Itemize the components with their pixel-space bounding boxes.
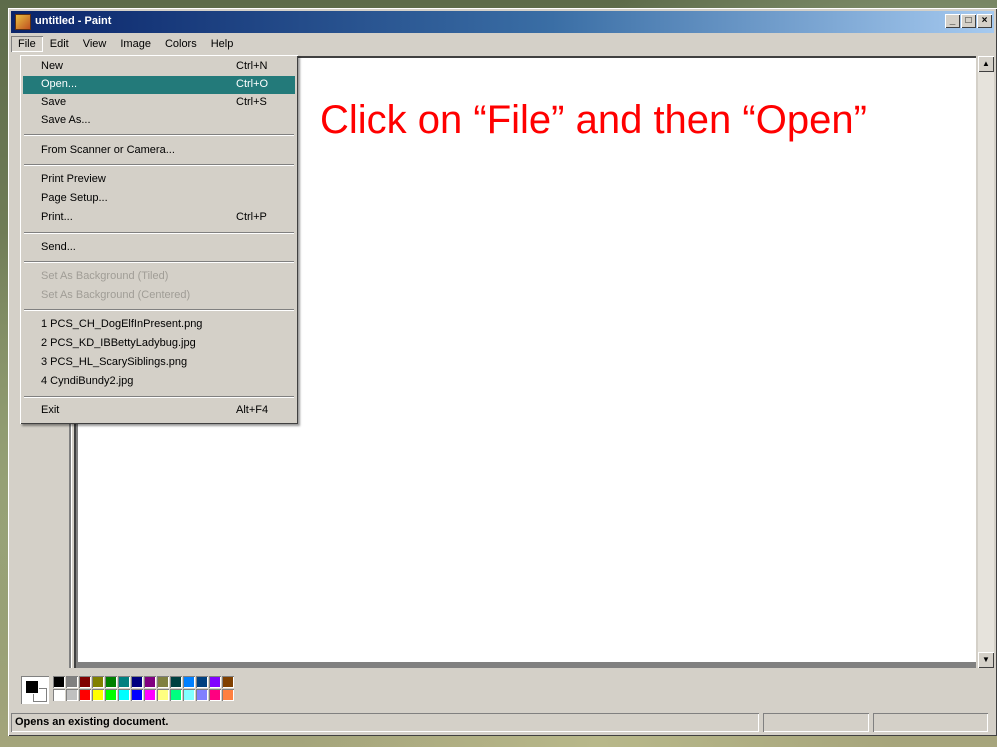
minimize-button[interactable]: _	[945, 14, 960, 28]
menu-bar: File Edit View Image Colors Help	[11, 35, 994, 53]
menu-item-label: Page Setup...	[41, 192, 108, 204]
color-swatch[interactable]	[222, 676, 234, 688]
color-swatch[interactable]	[79, 676, 91, 688]
color-palette	[53, 676, 234, 701]
menu-separator	[24, 309, 294, 311]
menu-item-print-preview[interactable]: Print Preview	[23, 171, 295, 189]
menu-item-new[interactable]: New Ctrl+N	[23, 58, 295, 76]
menu-item-save-as[interactable]: Save As...	[23, 112, 295, 130]
maximize-button[interactable]: □	[961, 14, 976, 28]
menu-item-label: 2 PCS_KD_IBBettyLadybug.jpg	[41, 337, 196, 349]
menu-item-shortcut: Ctrl+S	[236, 96, 267, 108]
menu-item-label: Set As Background (Centered)	[41, 289, 191, 301]
status-bar: Opens an existing document.	[11, 713, 994, 732]
menu-item-label: 3 PCS_HL_ScarySiblings.png	[41, 356, 188, 368]
color-swatch[interactable]	[183, 689, 195, 701]
menu-help[interactable]: Help	[204, 36, 241, 52]
menu-item-set-background-centered: Set As Background (Centered)	[23, 287, 295, 305]
menu-item-exit[interactable]: Exit Alt+F4	[23, 402, 295, 420]
menu-view[interactable]: View	[76, 36, 114, 52]
color-swatch[interactable]	[79, 689, 91, 701]
status-text: Opens an existing document.	[15, 716, 169, 728]
menu-colors[interactable]: Colors	[158, 36, 204, 52]
status-cell-position	[763, 713, 869, 732]
menu-edit[interactable]: Edit	[43, 36, 76, 52]
menu-image[interactable]: Image	[113, 36, 158, 52]
menu-item-print[interactable]: Print... Ctrl+P	[23, 209, 295, 227]
paint-app-icon[interactable]	[15, 14, 31, 30]
close-button[interactable]: ×	[977, 14, 992, 28]
menu-separator	[24, 261, 294, 263]
file-menu-dropdown: New Ctrl+N Open... Ctrl+O Save Ctrl+S Sa…	[20, 55, 298, 424]
menu-item-recent-4[interactable]: 4 CyndiBundy2.jpg	[23, 373, 295, 391]
foreground-color-swatch[interactable]	[25, 680, 39, 694]
color-swatch[interactable]	[209, 676, 221, 688]
color-swatch[interactable]	[222, 689, 234, 701]
menu-file[interactable]: File	[11, 36, 43, 52]
menu-item-recent-1[interactable]: 1 PCS_CH_DogElfInPresent.png	[23, 316, 295, 334]
color-swatch[interactable]	[53, 689, 65, 701]
color-swatch[interactable]	[118, 689, 130, 701]
color-swatch[interactable]	[183, 676, 195, 688]
color-swatch[interactable]	[53, 676, 65, 688]
menu-separator	[24, 164, 294, 166]
color-swatch[interactable]	[170, 676, 182, 688]
title-bar[interactable]: untitled - Paint _ □ ×	[11, 11, 994, 33]
menu-separator	[24, 232, 294, 234]
menu-item-shortcut: Ctrl+O	[236, 78, 269, 90]
color-swatch[interactable]	[157, 676, 169, 688]
menu-item-shortcut: Alt+F4	[236, 404, 269, 416]
menu-item-recent-2[interactable]: 2 PCS_KD_IBBettyLadybug.jpg	[23, 335, 295, 353]
color-swatch[interactable]	[209, 689, 221, 701]
menu-item-label: From Scanner or Camera...	[41, 144, 175, 156]
color-swatch[interactable]	[196, 676, 208, 688]
color-swatch[interactable]	[144, 676, 156, 688]
color-swatch[interactable]	[92, 689, 104, 701]
menu-item-label: 1 PCS_CH_DogElfInPresent.png	[41, 318, 203, 330]
menu-item-from-scanner[interactable]: From Scanner or Camera...	[23, 142, 295, 160]
window-title: untitled - Paint	[35, 15, 112, 27]
color-swatch[interactable]	[105, 689, 117, 701]
menu-item-set-background-tiled: Set As Background (Tiled)	[23, 268, 295, 286]
menu-item-label: Send...	[41, 241, 76, 253]
scroll-up-icon[interactable]: ▲	[978, 56, 994, 72]
menu-item-recent-3[interactable]: 3 PCS_HL_ScarySiblings.png	[23, 354, 295, 372]
menu-item-label: Save	[41, 96, 67, 108]
scroll-down-icon[interactable]: ▼	[978, 652, 994, 668]
menu-item-shortcut: Ctrl+P	[236, 211, 267, 223]
color-swatch[interactable]	[118, 676, 130, 688]
menu-item-label: New	[41, 60, 64, 72]
color-swatch[interactable]	[170, 689, 182, 701]
color-swatch[interactable]	[144, 689, 156, 701]
color-swatch[interactable]	[131, 689, 143, 701]
menu-item-page-setup[interactable]: Page Setup...	[23, 190, 295, 208]
menu-item-label: Open...	[41, 78, 78, 90]
vertical-scrollbar[interactable]: ▲ ▼	[978, 56, 994, 668]
menu-item-label: Exit	[41, 404, 60, 416]
color-swatch[interactable]	[157, 689, 169, 701]
color-swatch[interactable]	[92, 676, 104, 688]
instruction-text: Click on “File” and then “Open”	[320, 98, 867, 142]
status-cell-size	[873, 713, 988, 732]
menu-item-label: Save As...	[41, 114, 91, 126]
color-box	[11, 670, 994, 710]
color-swatch[interactable]	[66, 676, 78, 688]
menu-item-label: Print...	[41, 211, 73, 223]
menu-item-label: 4 CyndiBundy2.jpg	[41, 375, 134, 387]
color-swatch[interactable]	[131, 676, 143, 688]
menu-item-label: Set As Background (Tiled)	[41, 270, 169, 282]
color-swatch[interactable]	[196, 689, 208, 701]
color-swatch[interactable]	[105, 676, 117, 688]
menu-item-shortcut: Ctrl+N	[236, 60, 268, 72]
menu-item-open[interactable]: Open... Ctrl+O	[23, 76, 295, 94]
menu-separator	[24, 134, 294, 136]
menu-item-label: Print Preview	[41, 173, 106, 185]
current-colors[interactable]	[21, 676, 49, 704]
menu-item-save[interactable]: Save Ctrl+S	[23, 94, 295, 112]
status-message-panel: Opens an existing document.	[11, 713, 759, 732]
color-swatch[interactable]	[66, 689, 78, 701]
menu-item-send[interactable]: Send...	[23, 239, 295, 257]
menu-separator	[24, 396, 294, 398]
